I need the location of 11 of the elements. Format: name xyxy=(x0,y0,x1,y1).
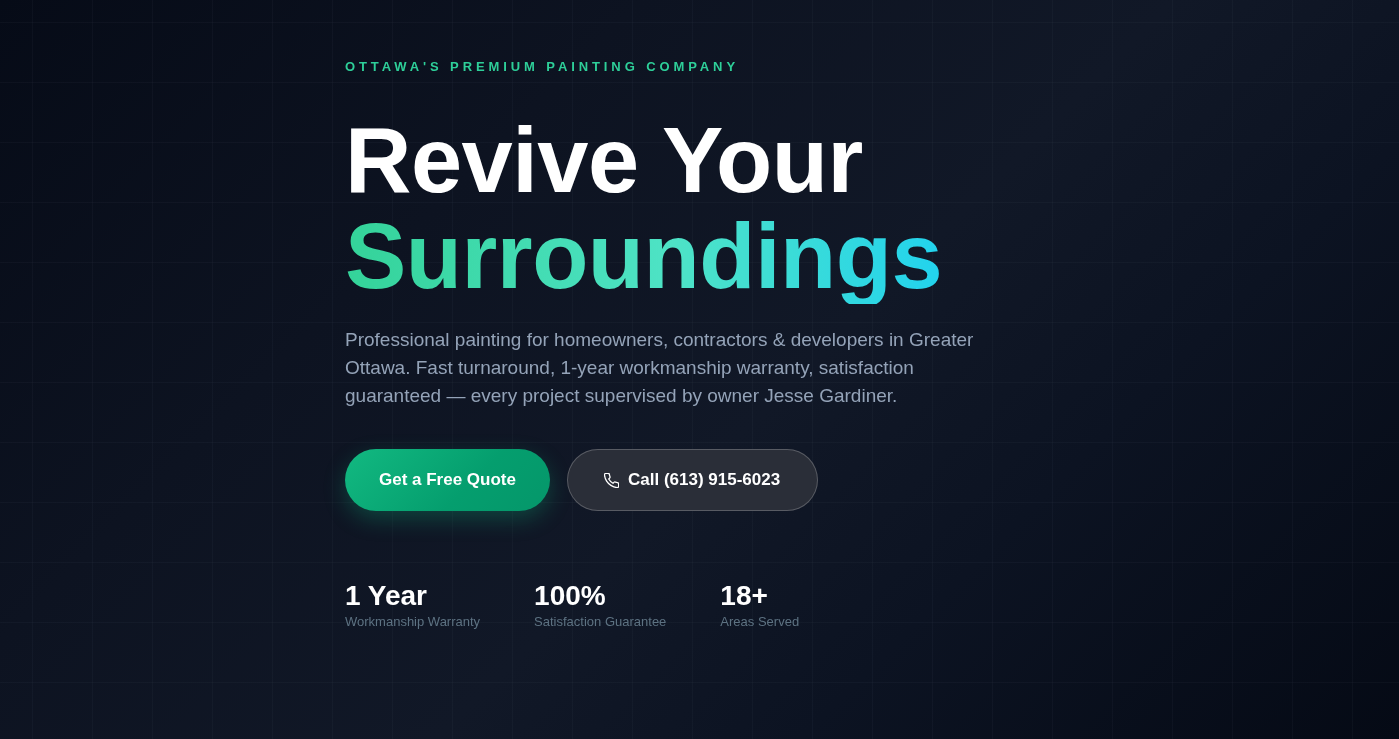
phone-icon xyxy=(604,472,619,488)
headline-text: Revive Your xyxy=(345,112,863,208)
stat-value: 18+ xyxy=(720,579,768,613)
stat-label: Areas Served xyxy=(720,613,800,631)
stat-label: Workmanship Warranty xyxy=(345,613,481,631)
description-text: Professional painting for homeowners, contractors & developers in Greater Ottawa. Fast turnaround, 1-year workmanship warranty, satisfaction guaranteed — every project supervised by owner Jesse Gardiner. xyxy=(345,328,975,408)
stat-label: Satisfaction Guarantee xyxy=(534,613,667,631)
eyebrow-text: OTTAWA'S PREMIUM PAINTING COMPANY xyxy=(345,58,739,76)
stat-value: 100% xyxy=(534,579,606,613)
stat-value: 1 Year xyxy=(345,579,428,613)
call-button[interactable]: Call (613) 915-6023 xyxy=(567,449,819,511)
